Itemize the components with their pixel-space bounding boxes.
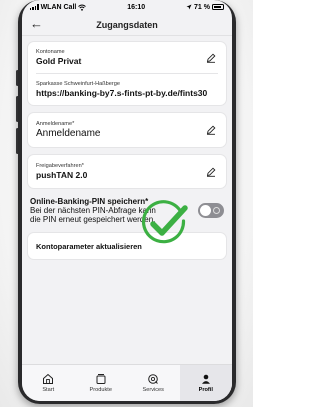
- account-name-field[interactable]: Kontoname Gold Privat: [28, 42, 226, 73]
- approval-method-value: pushTAN 2.0: [36, 170, 88, 180]
- tab-start[interactable]: Start: [22, 365, 75, 401]
- refresh-account-parameters-label: Kontoparameter aktualisieren: [36, 241, 142, 251]
- save-pin-text: Online-Banking-PIN speichern* Bei der nä…: [30, 197, 156, 224]
- save-pin-description-line-2: die PIN erneut gespeichert werden.: [30, 215, 156, 224]
- edit-approval-method-icon[interactable]: [206, 167, 216, 177]
- save-pin-title: Online-Banking-PIN speichern*: [30, 197, 149, 206]
- server-url: https://banking-by7.s-fints-pt-by.de/fin…: [36, 88, 208, 98]
- edit-account-name-icon[interactable]: [206, 53, 216, 63]
- login-name-label: Anmeldename*: [36, 121, 75, 127]
- toggle-off-indicator: [213, 207, 220, 214]
- tab-profile-label: Profil: [198, 387, 213, 393]
- tab-bar: Start Produkte Services Profil: [22, 364, 232, 401]
- page-title: Zugangsdaten: [96, 19, 158, 30]
- server-label: Sparkasse Schweinfurt-Haßberge: [36, 81, 120, 87]
- back-arrow-icon[interactable]: ←: [30, 16, 43, 32]
- tab-services-label: Services: [142, 387, 164, 393]
- carrier-label: WLAN Call: [40, 3, 77, 11]
- refresh-account-parameters-button[interactable]: Kontoparameter aktualisieren: [28, 233, 226, 259]
- signal-icon: [30, 4, 39, 10]
- green-checkmark-icon: [141, 200, 188, 244]
- stage: WLAN Call 16:10 71 % ← Zugangsdaten Kont…: [0, 0, 253, 407]
- login-name-card[interactable]: Anmeldename* Anmeldename: [28, 113, 226, 147]
- battery-percent: 71 %: [194, 3, 210, 11]
- content: Kontoname Gold Privat Sparkasse Schweinf…: [22, 36, 232, 259]
- login-name-value: Anmeldename: [36, 128, 101, 139]
- approval-method-label: Freigabeverfahren*: [36, 163, 84, 169]
- toggle-knob: [200, 205, 211, 216]
- edit-login-name-icon[interactable]: [206, 125, 216, 135]
- clock: 16:10: [127, 3, 146, 11]
- phone-screen: WLAN Call 16:10 71 % ← Zugangsdaten Kont…: [22, 0, 232, 401]
- status-bar: WLAN Call 16:10 71 %: [22, 0, 232, 14]
- profile-icon: [201, 374, 210, 384]
- products-icon: [96, 374, 106, 384]
- account-card: Kontoname Gold Privat Sparkasse Schweinf…: [28, 42, 226, 105]
- tab-products[interactable]: Produkte: [75, 365, 128, 401]
- tab-products-label: Produkte: [89, 387, 112, 393]
- services-icon: [148, 374, 159, 384]
- navigation-bar: ← Zugangsdaten: [22, 14, 232, 36]
- save-pin-description-line-1: Bei der nächsten PIN-Abfrage kann: [30, 206, 156, 215]
- wifi-icon: [78, 4, 87, 11]
- location-icon: [186, 4, 192, 10]
- battery-icon: [212, 4, 224, 10]
- home-icon: [43, 373, 54, 384]
- save-pin-row: Online-Banking-PIN speichern* Bei der nä…: [28, 197, 226, 224]
- account-name-label: Kontoname: [36, 49, 65, 55]
- tab-services[interactable]: Services: [127, 365, 180, 401]
- server-field: Sparkasse Schweinfurt-Haßberge https://b…: [28, 74, 226, 105]
- save-pin-toggle[interactable]: [198, 203, 224, 218]
- tab-profile[interactable]: Profil: [179, 365, 232, 401]
- approval-method-card[interactable]: Freigabeverfahren* pushTAN 2.0: [28, 155, 226, 188]
- tab-start-label: Start: [42, 387, 55, 393]
- account-name-value: Gold Privat: [36, 56, 82, 66]
